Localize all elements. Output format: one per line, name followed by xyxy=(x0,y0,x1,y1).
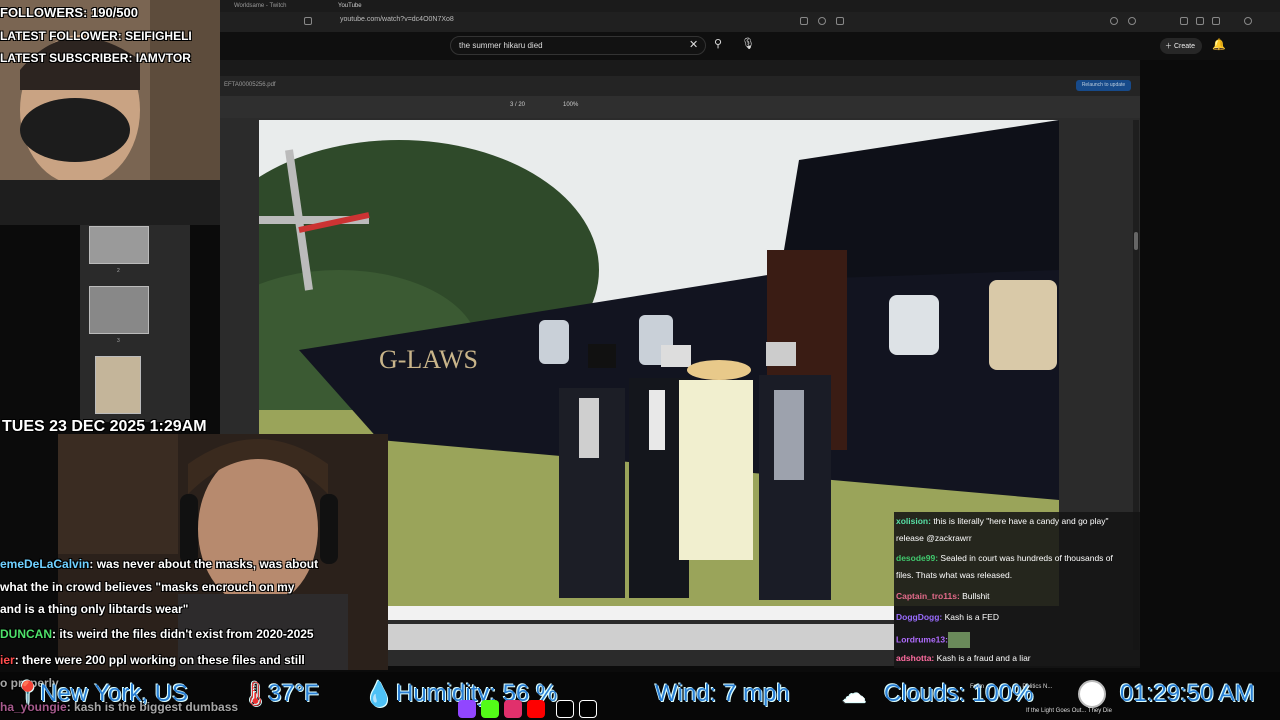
microphone-icon[interactable]: 🎙 xyxy=(741,37,755,50)
thumbnail-sidebar: 2 3 xyxy=(80,222,190,422)
chat-text: : was never about the masks, was about xyxy=(89,557,319,571)
ticker-temperature: 37°F xyxy=(268,680,319,707)
chat-text: release @zackrawrr xyxy=(896,533,972,543)
snippet: From ... xyxy=(970,684,991,690)
chat-message: xolision: this is literally "here have a… xyxy=(896,516,1109,526)
chat-text: what the in crowd believes "masks encrou… xyxy=(0,580,295,594)
tab-youtube[interactable]: YouTube xyxy=(330,1,370,11)
share-icon[interactable] xyxy=(836,17,844,25)
chat-text: Kash is a fraud and a liar xyxy=(934,653,1031,663)
relaunch-button[interactable]: Relaunch to update xyxy=(1076,80,1131,91)
chat-username: DUNCAN xyxy=(0,627,52,641)
pdf-file-name[interactable]: EFTA00005256.pdf xyxy=(224,82,276,88)
chat-username: Lordrume13: xyxy=(896,634,948,645)
pdf-toolbar xyxy=(220,96,1140,118)
followers-counter: FOLLOWERS: 190/500 xyxy=(0,5,138,20)
chat-message: ier: there were 200 ppl working on these… xyxy=(0,653,305,667)
chat-username: adshotta: xyxy=(896,653,935,663)
cast-icon[interactable] xyxy=(800,17,808,25)
ticker-wind: Wind: 7 mph xyxy=(655,680,790,707)
chat-message: desode99: Sealed in court was hundreds o… xyxy=(896,553,1113,563)
chat-message: emeDeLaCalvin: was never about the masks… xyxy=(0,557,318,571)
thumb-number: 3 xyxy=(117,338,120,344)
twitch-icon xyxy=(458,700,476,718)
youtube-icon xyxy=(527,700,545,718)
location-pin-icon: 📍 xyxy=(14,680,42,705)
chat-message: files. Thats what was released. xyxy=(896,570,1012,580)
chat-message: what the in crowd believes "masks encrou… xyxy=(0,580,294,594)
pdf-tab-strip xyxy=(220,60,1140,76)
chat-message: and is a thing only libtards wear" xyxy=(0,602,188,616)
bookmark-icon[interactable] xyxy=(304,17,312,25)
chat-username: desode99: xyxy=(896,553,939,563)
page-thumbnail-2[interactable] xyxy=(89,226,149,264)
search-input[interactable]: the summer hikaru died xyxy=(450,36,706,55)
humidity-drop-icon: 💧 xyxy=(364,681,394,708)
thermometer-icon: 🌡 xyxy=(240,681,271,708)
extension-icon[interactable] xyxy=(1110,17,1118,25)
latest-follower: LATEST FOLLOWER: SEIFIGHELI xyxy=(0,29,192,43)
chat-text: Sealed in court was hundreds of thousand… xyxy=(938,553,1113,563)
music-icon[interactable] xyxy=(1180,17,1188,25)
pdf-page-gap xyxy=(386,606,894,620)
ticker-time: 01:29:50 AM xyxy=(1120,680,1255,707)
chat-username: xolision: xyxy=(896,516,931,526)
chat-text: and is a thing only libtards wear" xyxy=(0,602,189,616)
helicopter-registration: G-LAWS xyxy=(379,345,478,374)
search-icon[interactable]: ⚲ xyxy=(708,37,728,53)
snippet: Politics N... xyxy=(1022,684,1053,690)
tiktok-icon xyxy=(556,700,574,718)
chat-text: files. Thats what was released. xyxy=(896,570,1013,580)
chat-text: : its weird the files didn't exist from … xyxy=(52,627,314,641)
stream-datetime: TUES 23 DEC 2025 1:29AM xyxy=(2,418,207,435)
page-indicator[interactable]: 3 / 20 xyxy=(510,102,525,108)
chat-username: DoggDogg: xyxy=(896,612,943,622)
chat-text: this is literally "here have a candy and… xyxy=(930,516,1109,526)
create-label: Create xyxy=(1173,43,1195,50)
sidebar-icon[interactable] xyxy=(1196,17,1204,25)
zoom-level[interactable]: 100% xyxy=(563,102,578,108)
page-thumbnail-3[interactable] xyxy=(89,286,149,334)
chat-message: Captain_tro11s: Bullshit xyxy=(896,591,990,601)
extension-icon-2[interactable] xyxy=(1128,17,1136,25)
kick-icon xyxy=(481,700,499,718)
pdf-address-bar: EFTA00005256.pdf xyxy=(220,76,1140,96)
chat-text: : there were 200 ppl working on these fi… xyxy=(14,653,305,667)
latest-subscriber: LATEST SUBSCRIBER: IAMVTOR xyxy=(0,51,191,65)
chat-text: Bullshit xyxy=(959,591,990,601)
scrollbar-thumb[interactable] xyxy=(1134,232,1138,250)
instagram-icon xyxy=(504,700,522,718)
emote-icon xyxy=(947,632,970,648)
bottom-snippets: From ... Politics N... xyxy=(970,684,1052,690)
x-icon xyxy=(579,700,597,718)
close-icon[interactable]: ✕ xyxy=(689,38,698,51)
tab-twitch[interactable]: Worldsame - Twitch xyxy=(226,1,294,11)
page-thumbnail-4[interactable] xyxy=(95,356,141,414)
profile-icon[interactable] xyxy=(1244,17,1252,25)
chat-message: Lordrume13: xyxy=(896,632,970,648)
thumb-number: 2 xyxy=(117,268,120,274)
chat-message: adshotta: Kash is a fraud and a liar xyxy=(896,653,1031,663)
snippet: If the Light Goes Out... They Die xyxy=(1026,708,1112,714)
cloud-icon: ☁ xyxy=(842,681,866,708)
browser-tab-bar: Worldsame - Twitch YouTube xyxy=(220,0,1280,12)
ticker-location: New York, US xyxy=(40,680,189,707)
chat-message: DoggDogg: Kash is a FED xyxy=(896,612,999,622)
bell-icon[interactable]: 🔔 xyxy=(1212,38,1226,51)
chat-username: emeDeLaCalvin xyxy=(0,557,90,571)
zoom-icon[interactable] xyxy=(818,17,826,25)
chat-message: release @zackrawrr xyxy=(896,533,972,543)
pdf-page-next xyxy=(386,624,894,650)
chat-text: Kash is a FED xyxy=(942,612,999,622)
window-icon[interactable] xyxy=(1212,17,1220,25)
chat-message: DUNCAN: its weird the files didn't exist… xyxy=(0,627,314,641)
chat-username: Captain_tro11s: xyxy=(896,591,960,601)
clock-icon xyxy=(1078,680,1106,708)
create-button[interactable]: ＋ Create xyxy=(1160,38,1202,54)
chat-username: ier xyxy=(0,653,15,667)
url-field[interactable]: youtube.com/watch?v=dc4O0N7Xo8 xyxy=(340,16,454,23)
